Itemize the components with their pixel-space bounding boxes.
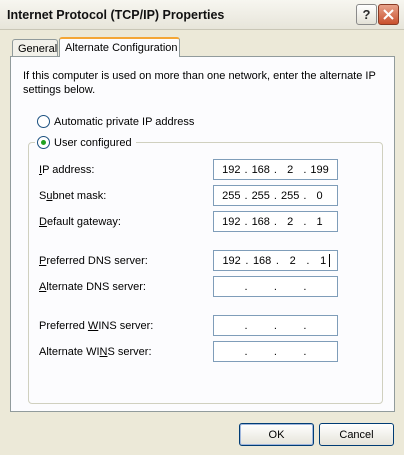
preferred-wins-label: Preferred WINS server: — [39, 320, 154, 332]
alternate-wins-field[interactable]: . . . — [213, 341, 338, 362]
text-caret — [329, 254, 331, 267]
description-text: If this computer is used on more than on… — [23, 70, 376, 96]
automatic-private-ip-option[interactable]: Automatic private IP address — [37, 115, 194, 128]
help-icon: ? — [362, 7, 371, 22]
ok-button[interactable]: OK — [239, 423, 314, 446]
ok-label: OK — [268, 428, 285, 441]
tab-alternate-label: Alternate Configuration — [65, 42, 178, 54]
close-icon — [383, 9, 394, 20]
user-configured-label: User configured — [54, 136, 132, 149]
alternate-wins-label: Alternate WINS server: — [39, 346, 152, 358]
window-title: Internet Protocol (TCP/IP) Properties — [7, 8, 225, 22]
cancel-button[interactable]: Cancel — [319, 423, 394, 446]
subnet-mask-field[interactable]: 255. 255. 255. 0 — [213, 185, 338, 206]
default-gateway-label: Default gateway: — [39, 216, 121, 228]
automatic-radio[interactable] — [37, 115, 50, 128]
ip-address-label: IP address: — [39, 164, 95, 176]
ip-address-field[interactable]: 192. 168. 2. 199 — [213, 159, 338, 180]
help-button[interactable]: ? — [356, 4, 377, 25]
user-configured-option[interactable]: User configured — [35, 136, 136, 149]
user-configured-radio[interactable] — [37, 136, 50, 149]
title-bar: Internet Protocol (TCP/IP) Properties ? — [0, 0, 404, 30]
preferred-dns-field[interactable]: 192. 168. 2. 1 — [213, 250, 338, 271]
cancel-label: Cancel — [339, 428, 374, 441]
subnet-mask-label: Subnet mask: — [39, 190, 107, 202]
automatic-label: Automatic private IP address — [54, 115, 195, 128]
preferred-wins-field[interactable]: . . . — [213, 315, 338, 336]
user-configured-group — [28, 142, 383, 404]
radio-selected-dot — [41, 140, 46, 145]
preferred-dns-label: Preferred DNS server: — [39, 255, 148, 267]
tab-general[interactable]: General — [12, 39, 58, 57]
alternate-dns-label: Alternate DNS server: — [39, 281, 146, 293]
tab-panel: If this computer is used on more than on… — [10, 56, 395, 412]
default-gateway-field[interactable]: 192. 168. 2. 1 — [213, 211, 338, 232]
close-button[interactable] — [378, 4, 399, 25]
alternate-dns-field[interactable]: . . . — [213, 276, 338, 297]
tab-general-label: General — [18, 43, 58, 55]
tab-alternate-configuration[interactable]: Alternate Configuration — [59, 37, 180, 57]
